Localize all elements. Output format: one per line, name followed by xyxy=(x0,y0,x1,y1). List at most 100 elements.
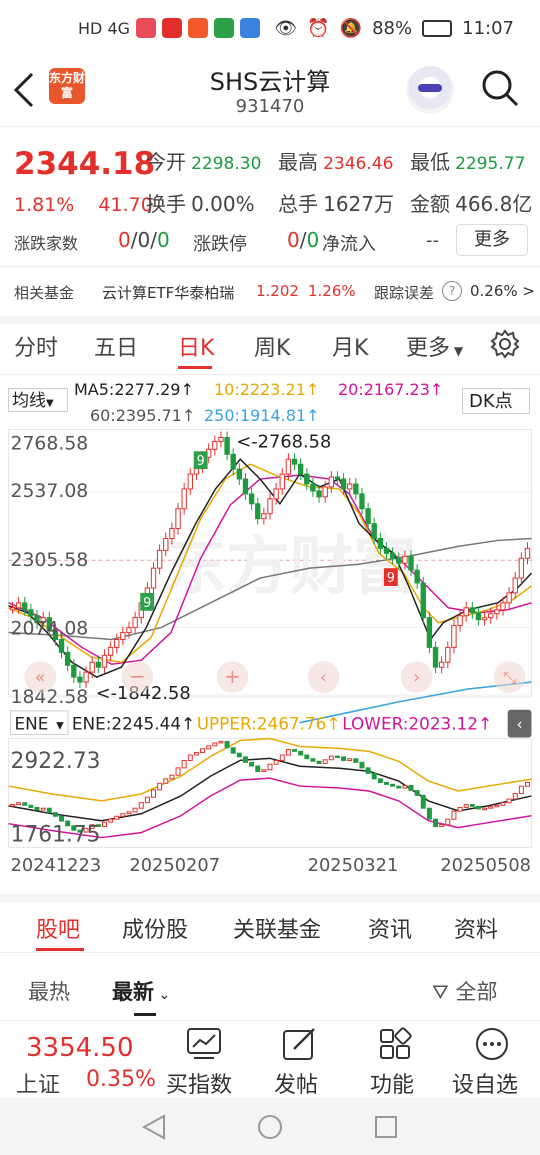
sub-candle-body xyxy=(328,755,334,761)
candle-body xyxy=(469,607,475,614)
sub-candle-body xyxy=(304,754,310,760)
kline-chart[interactable]: 东方财富 9 9 9 <-2768.58 <-1842.58 2768.58 2… xyxy=(0,380,540,895)
sub-candle-body xyxy=(10,804,15,807)
sort-hot[interactable]: 最热 xyxy=(28,976,70,1006)
nav-home-icon[interactable] xyxy=(257,1114,283,1140)
candle-body xyxy=(500,602,506,611)
tab-five-day[interactable]: 五日 xyxy=(94,330,138,362)
nav-back-icon[interactable] xyxy=(142,1114,166,1140)
candle-body xyxy=(463,607,469,617)
sub-candle-body xyxy=(377,778,383,784)
function-grid-icon[interactable] xyxy=(378,1027,414,1061)
y-axis-label: 2537.08 xyxy=(11,481,89,502)
app-logo[interactable]: 东方财富 xyxy=(49,68,85,104)
candle-body xyxy=(95,661,102,668)
chevron-down-icon: ⌄ xyxy=(154,987,171,1003)
caret-down-icon: ▼ xyxy=(450,344,464,358)
more-dots-icon[interactable] xyxy=(474,1027,510,1061)
fund-price: 1.202 xyxy=(256,282,299,300)
assistant-robot-icon[interactable] xyxy=(406,66,454,114)
sub-candle-body xyxy=(40,807,46,811)
open-label: 今开 xyxy=(146,150,186,174)
sub-candle-body xyxy=(384,782,389,785)
sub-candle-body xyxy=(390,783,396,787)
back-icon[interactable] xyxy=(12,72,36,108)
candle-body xyxy=(101,654,108,668)
post-button[interactable]: 发帖 xyxy=(274,1067,318,1099)
sub-candle-body xyxy=(518,785,524,795)
functions-button[interactable]: 功能 xyxy=(370,1067,414,1099)
search-icon[interactable] xyxy=(480,68,520,108)
candle-body xyxy=(365,508,371,525)
candle-body xyxy=(353,483,359,495)
candle-body xyxy=(114,638,120,648)
clock: 11:07 xyxy=(462,18,514,39)
sub-candle-body xyxy=(34,806,40,811)
y-axis-label: 2074.08 xyxy=(11,619,89,640)
fund-percent: 1.26% xyxy=(308,282,356,300)
tab-news[interactable]: 资讯 xyxy=(368,912,412,944)
tab-weekly-k[interactable]: 周K xyxy=(254,330,290,362)
candle-body xyxy=(255,503,261,520)
amount-label: 金额 xyxy=(410,192,450,216)
sort-latest[interactable]: 最新 ⌄ xyxy=(112,976,170,1006)
tab-intraday[interactable]: 分时 xyxy=(14,330,58,362)
candle-body xyxy=(304,473,310,485)
candle-body xyxy=(230,453,236,470)
filter-all[interactable]: ⛛ 全部 xyxy=(432,976,498,1006)
app-notification-icon xyxy=(188,18,209,38)
filter-label: 全部 xyxy=(455,980,498,1004)
buy-index-button[interactable]: 买指数 xyxy=(166,1067,232,1099)
change-amount: 41.70 xyxy=(98,194,153,216)
upper-value: UPPER:2467.76↑ xyxy=(197,714,341,734)
netflow-label: 净流入 xyxy=(322,234,376,255)
sub-candle-body xyxy=(414,790,420,796)
candle-body xyxy=(169,528,175,539)
tracking-error-value[interactable]: 0.26% > xyxy=(470,282,535,300)
chevron-right-icon: › xyxy=(413,667,420,688)
help-icon[interactable]: ? xyxy=(442,281,462,301)
ene-selector-label: ENE xyxy=(14,714,48,734)
tab-profile[interactable]: 资料 xyxy=(454,912,498,944)
sub-candle-body xyxy=(359,761,365,769)
sub-candle-body xyxy=(151,789,156,798)
sub-candle-body xyxy=(108,818,114,823)
candle-body xyxy=(524,547,531,559)
candle-body xyxy=(248,493,255,505)
sub-candle-body xyxy=(114,815,120,820)
nav-recents-icon[interactable] xyxy=(374,1115,398,1139)
limit-down-count: 0 xyxy=(306,228,320,252)
candle-body xyxy=(389,552,396,559)
settings-gear-icon[interactable] xyxy=(490,329,520,359)
sub-candle-body xyxy=(187,754,193,762)
app-notification-icon xyxy=(214,18,235,38)
post-edit-icon[interactable] xyxy=(282,1027,318,1061)
high-label: 最高 xyxy=(278,150,318,174)
index-value[interactable]: 3354.50 xyxy=(26,1033,134,1063)
chart-trade-icon[interactable] xyxy=(186,1027,222,1061)
down-count: 0 xyxy=(156,228,170,252)
tab-daily-k[interactable]: 日K xyxy=(178,330,214,362)
sub-candle-body xyxy=(292,749,297,752)
more-button[interactable]: 更多 xyxy=(456,224,528,256)
fund-name[interactable]: 云计算ETF华泰柏瑞 xyxy=(102,282,234,303)
candle-body xyxy=(506,592,512,604)
volume-label: 总手 xyxy=(278,192,318,216)
sub-candle-body xyxy=(157,782,163,791)
battery-level: 88% xyxy=(372,18,413,39)
related-fund-label: 相关基金 xyxy=(14,284,75,302)
tab-more[interactable]: 更多 ▼ xyxy=(406,330,463,362)
candle-body xyxy=(316,490,322,498)
candle-body xyxy=(347,483,353,490)
low-label: 最低 xyxy=(410,150,450,174)
tab-constituents[interactable]: 成份股 xyxy=(122,912,188,944)
updown-label: 涨跌家数 xyxy=(14,234,79,253)
tab-monthly-k[interactable]: 月K xyxy=(332,330,368,362)
tab-related-funds[interactable]: 关联基金 xyxy=(233,912,321,944)
tab-guba[interactable]: 股吧 xyxy=(36,912,80,944)
candle-body xyxy=(9,607,16,611)
sub-candle-body xyxy=(316,760,322,764)
amount-stat: 金额 466.8亿 xyxy=(410,188,532,217)
sub-candle-body xyxy=(426,807,432,820)
add-watchlist-button[interactable]: 设自选 xyxy=(452,1067,518,1099)
